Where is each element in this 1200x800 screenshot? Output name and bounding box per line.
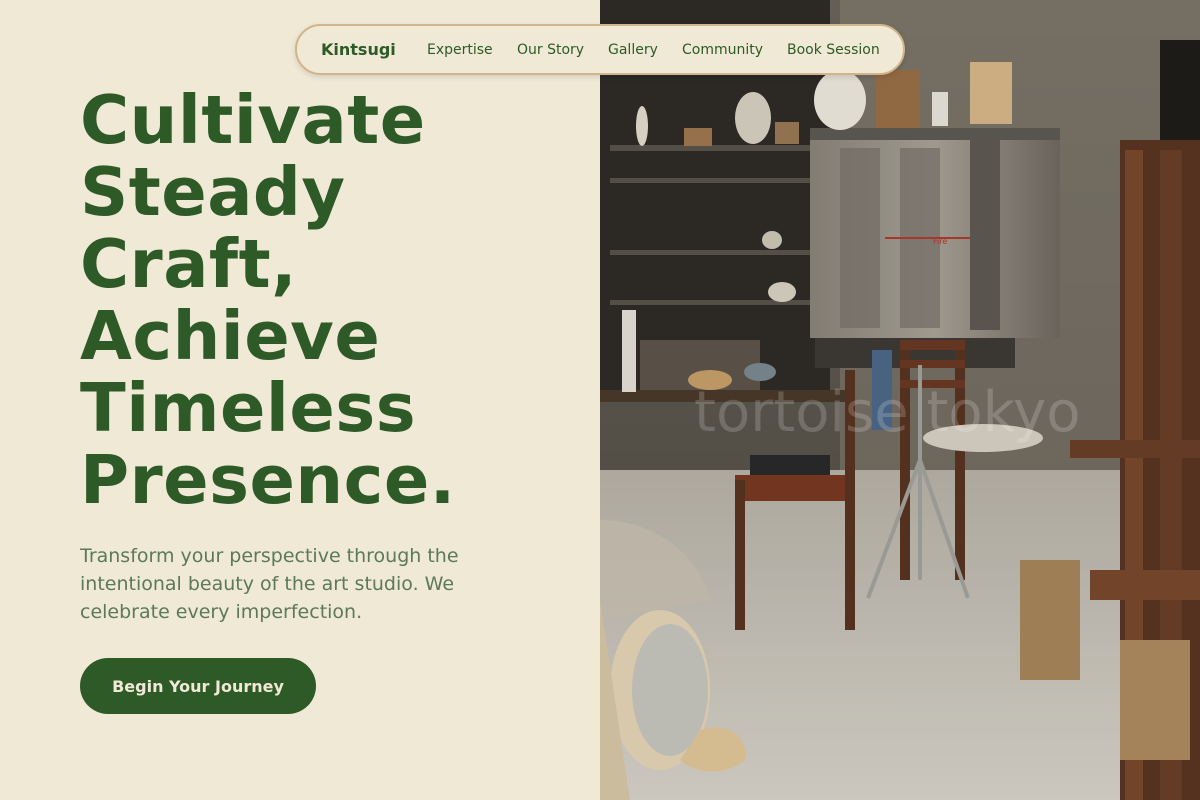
hero-text-panel: Cultivate Steady Craft, Achieve Timeless… xyxy=(0,0,600,800)
page: Cultivate Steady Craft, Achieve Timeless… xyxy=(0,0,1200,800)
top-nav: Kintsugi Expertise Our Story Gallery Com… xyxy=(295,24,905,75)
headline-line: Cultivate xyxy=(80,81,426,159)
headline-line: Presence. xyxy=(80,441,456,519)
nav-link-book-session[interactable]: Book Session xyxy=(787,42,880,58)
nav-link-community[interactable]: Community xyxy=(682,42,763,58)
begin-journey-button[interactable]: Begin Your Journey xyxy=(80,658,316,714)
headline-line: Timeless xyxy=(80,369,417,447)
headline-line: Steady xyxy=(80,153,346,231)
photo-watermark: tortoise tokyo xyxy=(694,380,1081,445)
nav-link-gallery[interactable]: Gallery xyxy=(608,42,658,58)
studio-photo: Fire tortoise tokyo xyxy=(600,0,1200,800)
headline-line: Achieve xyxy=(80,297,381,375)
hero-subtitle: Transform your perspective through the i… xyxy=(80,545,459,623)
nav-link-our-story[interactable]: Our Story xyxy=(517,42,584,58)
brand-logo[interactable]: Kintsugi xyxy=(321,40,396,59)
hero-headline: Cultivate Steady Craft, Achieve Timeless… xyxy=(80,84,580,516)
headline-line: Craft, xyxy=(80,225,298,303)
nav-link-expertise[interactable]: Expertise xyxy=(427,42,493,58)
